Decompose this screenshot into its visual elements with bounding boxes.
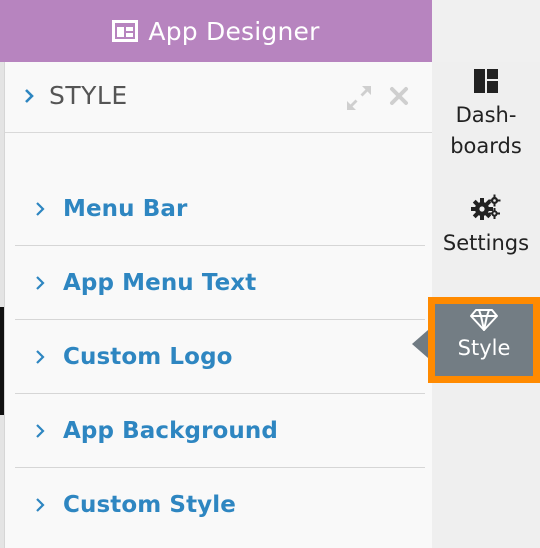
style-panel: STYLE Menu Bar App Menu Text Custom Logo… — [4, 62, 433, 548]
menu-item-app-menu-text[interactable]: App Menu Text — [15, 246, 425, 320]
menu-item-label: App Menu Text — [63, 269, 257, 296]
nav-style-highlight: Style — [428, 297, 540, 383]
nav-item-settings[interactable]: Settings — [432, 194, 540, 259]
chevron-right-icon — [36, 349, 45, 364]
close-icon[interactable] — [389, 86, 409, 106]
menu-item-label: App Background — [63, 417, 278, 444]
menu-item-menu-bar[interactable]: Menu Bar — [15, 172, 425, 246]
nav-item-dashboards[interactable]: Dash- boards — [432, 68, 540, 162]
expand-icon[interactable] — [345, 84, 373, 112]
nav-dashboards-line2: boards — [450, 134, 522, 158]
dashboard-icon — [474, 69, 498, 93]
menu-item-app-background[interactable]: App Background — [15, 394, 425, 468]
menu-item-label: Custom Logo — [63, 343, 233, 370]
chevron-right-icon — [36, 497, 45, 512]
chevron-right-icon — [36, 201, 45, 216]
nav-item-style[interactable]: Style — [435, 304, 533, 376]
diamond-icon — [470, 309, 498, 331]
panel-pointer — [412, 330, 428, 358]
style-menu-list: Menu Bar App Menu Text Custom Logo App B… — [15, 172, 425, 541]
nav-dashboards-line1: Dash- — [455, 103, 517, 127]
app-designer-title-bar: App Designer — [0, 0, 432, 62]
chevron-right-icon[interactable] — [21, 88, 37, 104]
panel-header: STYLE — [5, 62, 433, 133]
app-layout-icon — [112, 20, 139, 42]
nav-settings-label: Settings — [442, 231, 530, 255]
menu-item-label: Menu Bar — [63, 195, 188, 222]
chevron-right-icon — [36, 275, 45, 290]
gears-icon — [471, 194, 501, 220]
menu-item-label: Custom Style — [63, 491, 236, 518]
app-title: App Designer — [148, 16, 320, 46]
menu-item-custom-style[interactable]: Custom Style — [15, 468, 425, 541]
menu-item-custom-logo[interactable]: Custom Logo — [15, 320, 425, 394]
panel-title: STYLE — [49, 81, 128, 110]
nav-style-label: Style — [457, 336, 511, 360]
chevron-right-icon — [36, 423, 45, 438]
